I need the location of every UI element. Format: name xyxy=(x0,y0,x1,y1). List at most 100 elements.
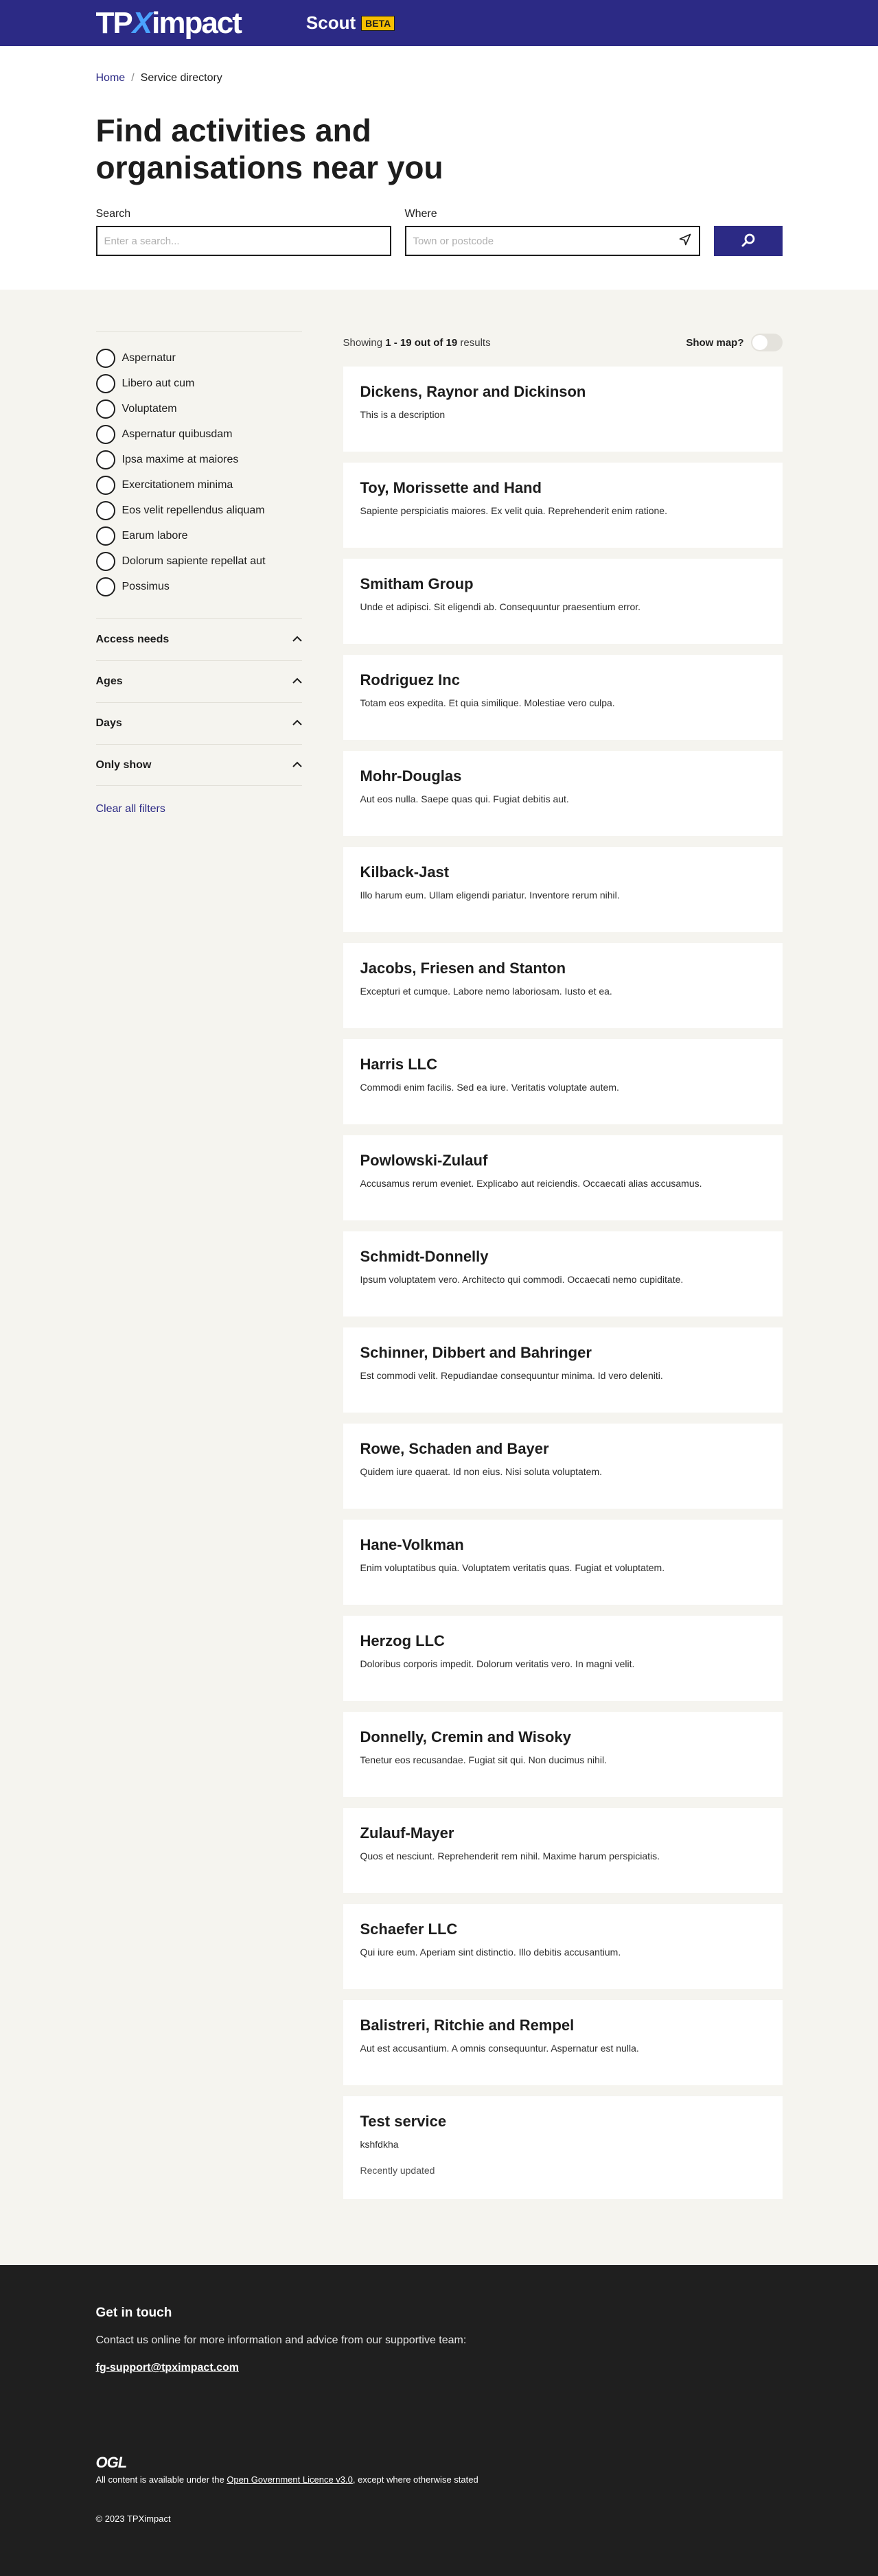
service-name[interactable]: Donnelly, Cremin and Wisoky xyxy=(360,1728,765,1746)
app-name: Scout BETA xyxy=(306,12,395,34)
service-card[interactable]: Hane-Volkman Enim voluptatibus quia. Volu… xyxy=(343,1520,783,1605)
service-card[interactable]: Zulauf-Mayer Quos et nesciunt. Reprehende… xyxy=(343,1808,783,1893)
category-label: Earum labore xyxy=(122,529,188,542)
app-title: Scout xyxy=(305,12,356,33)
service-description: Est commodi velit. Repudiandae consequun… xyxy=(360,1370,663,1381)
category-option[interactable]: Eos velit repellendus aliquam xyxy=(95,498,302,523)
category-option[interactable]: Aspernatur xyxy=(95,345,302,371)
radio-button[interactable] xyxy=(95,450,115,469)
clear-filters-link[interactable]: Clear all filters xyxy=(96,803,302,815)
search-input[interactable]: Enter a search... xyxy=(95,226,391,256)
search-button[interactable] xyxy=(713,226,783,256)
category-option[interactable]: Earum labore xyxy=(95,523,302,548)
service-name[interactable]: Balistreri, Ritchie and Rempel xyxy=(360,2017,765,2034)
service-card[interactable]: Mohr-Douglas Aut eos nulla. Saepe quas qu… xyxy=(343,751,783,836)
category-label: Exercitationem minima xyxy=(122,478,233,491)
service-name[interactable]: Kilback-Jast xyxy=(360,863,765,881)
search-placeholder: Enter a search... xyxy=(104,235,180,247)
service-card[interactable]: Schinner, Dibbert and Bahringer Est commo… xyxy=(343,1327,783,1413)
service-description: This is a description xyxy=(360,409,446,420)
breadcrumb-home-link[interactable]: Home xyxy=(96,72,126,84)
category-option[interactable]: Dolorum sapiente repellat aut xyxy=(95,548,302,574)
service-name[interactable]: Schinner, Dibbert and Bahringer xyxy=(360,1344,765,1362)
service-description: Ipsum voluptatem vero. Architecto qui co… xyxy=(360,1274,684,1285)
filter-toggle[interactable]: Days xyxy=(95,702,302,744)
header-inner: TP Ximpact Scout BETA xyxy=(96,0,783,46)
category-option[interactable]: Libero aut cum xyxy=(95,371,302,396)
service-description: Doloribus corporis impedit. Dolorum veri… xyxy=(360,1658,635,1669)
footer-heading: Get in touch xyxy=(95,2306,172,2320)
radio-button[interactable] xyxy=(95,475,115,495)
tpximpact-logo[interactable]: TP Ximpact xyxy=(96,6,242,40)
category-label: Possimus xyxy=(122,580,170,592)
radio-button[interactable] xyxy=(95,348,115,368)
service-name[interactable]: Smitham Group xyxy=(360,575,765,593)
service-name[interactable]: Toy, Morissette and Hand xyxy=(360,479,765,497)
service-card[interactable]: Rodriguez Inc Totam eos expedita. Et quia… xyxy=(343,655,783,740)
radio-button[interactable] xyxy=(95,399,115,419)
radio-button[interactable] xyxy=(95,373,115,393)
service-card[interactable]: Balistreri, Ritchie and Rempel Aut est ac… xyxy=(343,2000,783,2085)
category-option[interactable]: Voluptatem xyxy=(95,396,302,421)
service-name[interactable]: Dickens, Raynor and Dickinson xyxy=(360,383,765,401)
service-name[interactable]: Jacobs, Friesen and Stanton xyxy=(360,960,765,977)
filter-toggle[interactable]: Access needs xyxy=(95,618,302,660)
service-card[interactable]: Schmidt-Donnelly Ipsum voluptatem vero. A… xyxy=(343,1231,783,1316)
service-card[interactable]: Toy, Morissette and Hand Sapiente perspic… xyxy=(343,463,783,548)
support-email-link[interactable]: fg-support@tpximpact.com xyxy=(96,2362,783,2374)
service-card[interactable]: Rowe, Schaden and Bayer Quidem iure quaer… xyxy=(343,1424,783,1509)
service-name[interactable]: Harris LLC xyxy=(360,1056,765,1074)
category-option[interactable]: Exercitationem minima xyxy=(95,472,302,498)
chevron-up-icon xyxy=(292,759,302,771)
service-description: kshfdkha xyxy=(360,2139,399,2150)
service-card[interactable]: Test service kshfdkha Recently updated xyxy=(343,2096,783,2199)
service-name[interactable]: Schmidt-Donnelly xyxy=(360,1248,765,1266)
footer-contact-text: Contact us online for more information a… xyxy=(95,2334,467,2346)
filter-toggle[interactable]: Only show xyxy=(95,744,302,786)
filter-toggle[interactable]: Ages xyxy=(95,660,302,702)
service-card[interactable]: Kilback-Jast Illo harum eum. Ullam eligen… xyxy=(343,847,783,932)
service-card[interactable]: Schaefer LLC Qui iure eum. Aperiam sint d… xyxy=(343,1904,783,1989)
service-name[interactable]: Schaefer LLC xyxy=(360,1921,765,1938)
service-card[interactable]: Herzog LLC Doloribus corporis impedit. Do… xyxy=(343,1616,783,1701)
service-name[interactable]: Rowe, Schaden and Bayer xyxy=(360,1440,765,1458)
results-list: Showing 1 - 19 out of 19 results Show ma… xyxy=(343,331,783,2210)
service-card[interactable]: Smitham Group Unde et adipisci. Sit elige… xyxy=(343,559,783,644)
service-name[interactable]: Zulauf-Mayer xyxy=(360,1824,765,1842)
service-description: Quos et nesciunt. Reprehenderit rem nihi… xyxy=(360,1850,660,1861)
radio-button[interactable] xyxy=(95,424,115,444)
licence-link[interactable]: Open Government Licence v3.0 xyxy=(227,2474,353,2485)
show-map-toggle[interactable] xyxy=(750,334,783,351)
service-name[interactable]: Herzog LLC xyxy=(360,1632,765,1650)
category-option[interactable]: Ipsa maxime at maiores xyxy=(95,447,302,472)
service-card[interactable]: Donnelly, Cremin and Wisoky Tenetur eos r… xyxy=(343,1712,783,1797)
service-name[interactable]: Rodriguez Inc xyxy=(360,671,765,689)
service-card[interactable]: Dickens, Raynor and Dickinson This is a d… xyxy=(343,367,783,452)
radio-button[interactable] xyxy=(95,500,115,520)
search-icon xyxy=(740,232,756,251)
category-option[interactable]: Possimus xyxy=(95,574,302,599)
service-name[interactable]: Mohr-Douglas xyxy=(360,767,765,785)
category-label: Dolorum sapiente repellat aut xyxy=(122,555,266,567)
radio-button[interactable] xyxy=(95,526,115,546)
licence-prefix: All content is available under the xyxy=(95,2474,224,2485)
service-card[interactable]: Jacobs, Friesen and Stanton Excepturi et … xyxy=(343,943,783,1028)
service-name[interactable]: Hane-Volkman xyxy=(360,1536,765,1554)
service-name[interactable]: Powlowski-Zulauf xyxy=(360,1152,765,1170)
service-name[interactable]: Test service xyxy=(360,2113,765,2131)
service-description: Illo harum eum. Ullam eligendi pariatur.… xyxy=(360,890,620,901)
radio-button[interactable] xyxy=(95,551,115,571)
hero-section: Home / Service directory Find activities… xyxy=(95,46,783,290)
radio-button[interactable] xyxy=(95,577,115,596)
service-card[interactable]: Powlowski-Zulauf Accusamus rerum eveniet.… xyxy=(343,1135,783,1220)
service-description: Aut eos nulla. Saepe quas qui. Fugiat de… xyxy=(360,793,569,804)
results-summary: Showing 1 - 19 out of 19 results xyxy=(343,337,491,349)
results-layout: Aspernatur Libero aut cum Voluptatem Aspern… xyxy=(95,331,783,2210)
where-input[interactable]: Town or postcode xyxy=(404,226,700,256)
filter-label: Access needs xyxy=(95,634,170,645)
location-arrow-icon[interactable] xyxy=(678,233,692,249)
category-option[interactable]: Aspernatur quibusdam xyxy=(95,421,302,447)
show-map-control: Show map? xyxy=(686,334,783,351)
service-card[interactable]: Harris LLC Commodi enim facilis. Sed ea i… xyxy=(343,1039,783,1124)
category-label: Voluptatem xyxy=(122,402,177,415)
